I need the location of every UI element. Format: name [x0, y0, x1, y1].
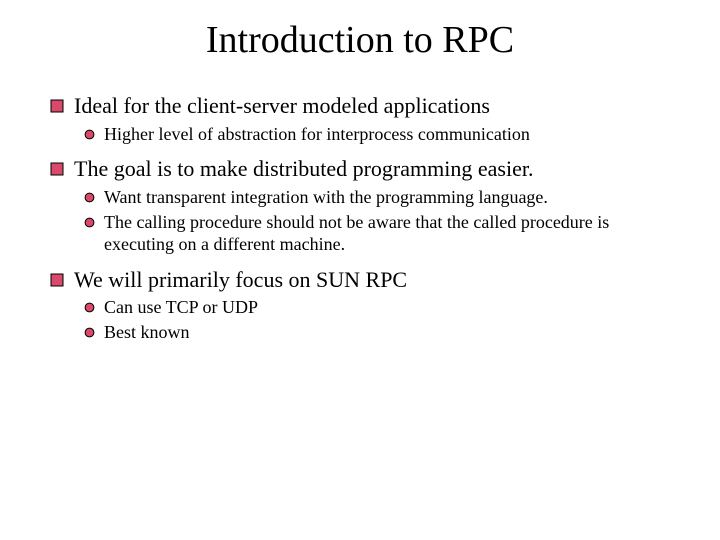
circle-bullet-icon: [84, 192, 95, 203]
square-bullet-icon: [50, 99, 64, 113]
slide-title: Introduction to RPC: [50, 18, 670, 62]
bullet-group: Ideal for the client-server modeled appl…: [50, 92, 670, 145]
sub-bullet-text: The calling procedure should not be awar…: [104, 212, 670, 256]
sub-bullet-text: Can use TCP or UDP: [104, 297, 670, 319]
sub-bullet-text: Want transparent integration with the pr…: [104, 187, 670, 209]
bullet-level1: Ideal for the client-server modeled appl…: [50, 92, 670, 120]
bullet-text: The goal is to make distributed programm…: [74, 155, 670, 183]
bullet-level2: Best known: [84, 322, 670, 344]
sub-bullet-text: Best known: [104, 322, 670, 344]
bullet-text: We will primarily focus on SUN RPC: [74, 266, 670, 294]
bullet-group: The goal is to make distributed programm…: [50, 155, 670, 255]
bullet-level2: Higher level of abstraction for interpro…: [84, 124, 670, 146]
bullet-level1: We will primarily focus on SUN RPC: [50, 266, 670, 294]
sub-bullet-text: Higher level of abstraction for interpro…: [104, 124, 670, 146]
bullet-level2: Want transparent integration with the pr…: [84, 187, 670, 209]
slide-content: Introduction to RPC Ideal for the client…: [0, 0, 720, 384]
bullet-text: Ideal for the client-server modeled appl…: [74, 92, 670, 120]
square-bullet-icon: [50, 273, 64, 287]
bullet-level1: The goal is to make distributed programm…: [50, 155, 670, 183]
circle-bullet-icon: [84, 302, 95, 313]
bullet-level2: Can use TCP or UDP: [84, 297, 670, 319]
circle-bullet-icon: [84, 129, 95, 140]
square-bullet-icon: [50, 162, 64, 176]
bullet-group: We will primarily focus on SUN RPC Can u…: [50, 266, 670, 344]
bullet-level2: The calling procedure should not be awar…: [84, 212, 670, 256]
circle-bullet-icon: [84, 327, 95, 338]
circle-bullet-icon: [84, 217, 95, 228]
